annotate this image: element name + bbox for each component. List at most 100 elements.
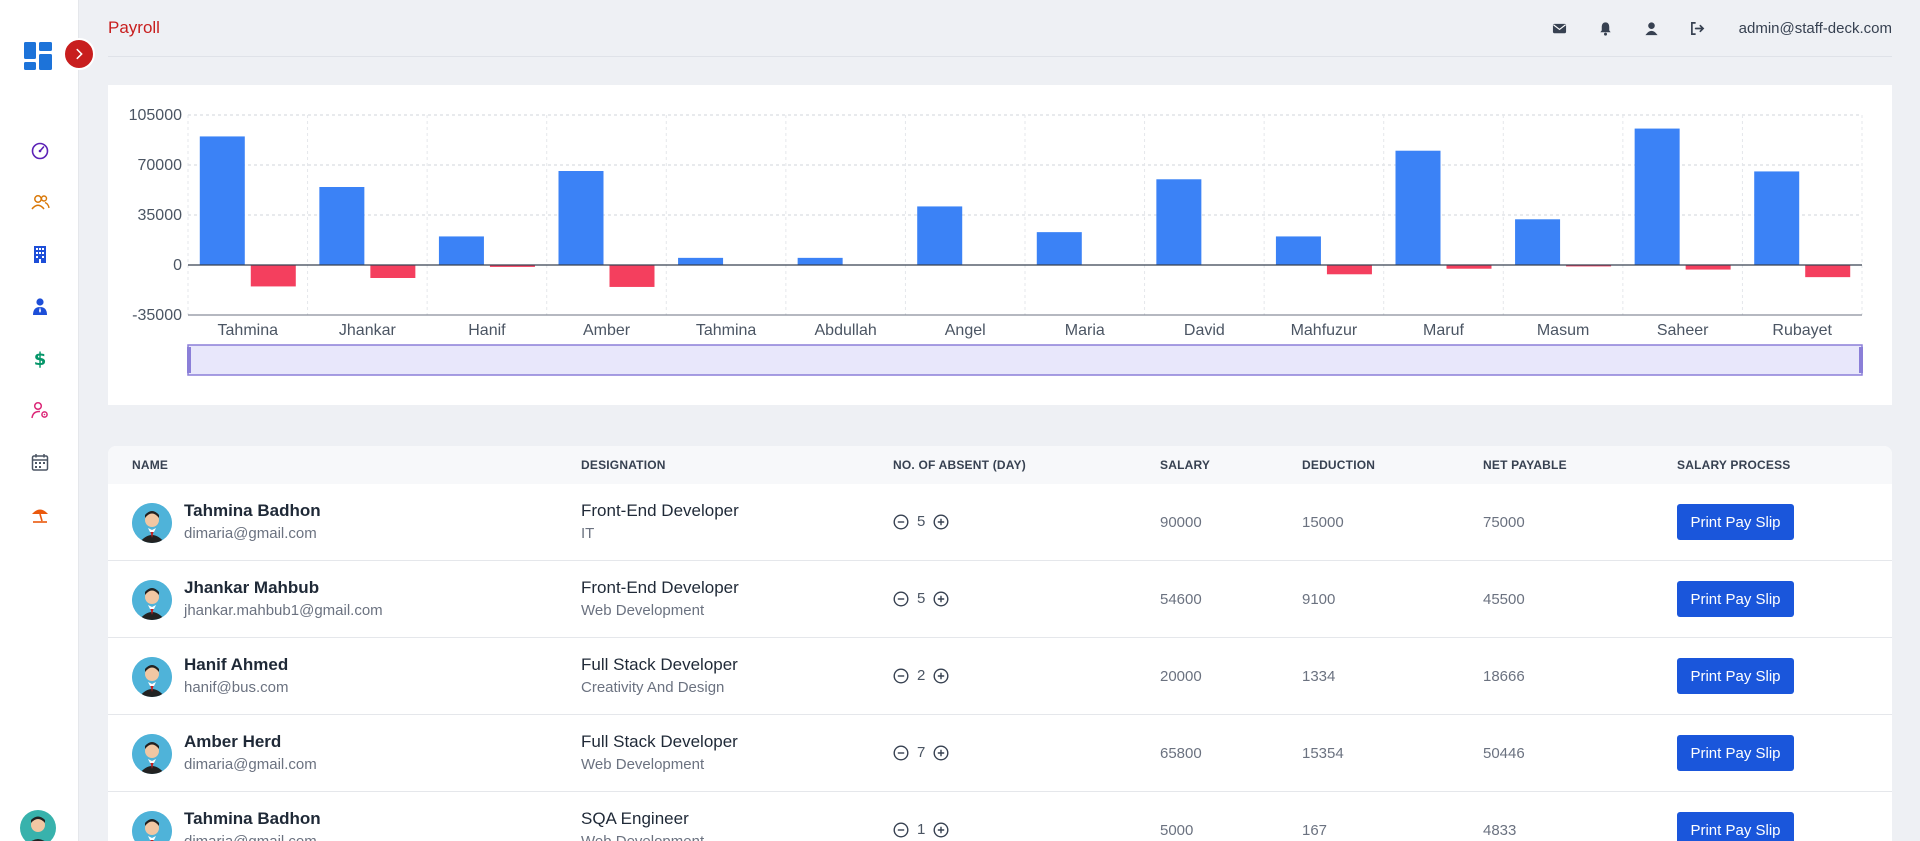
chart-bar bbox=[678, 257, 724, 265]
x-tick-label: Amber bbox=[583, 322, 631, 339]
salary-value: 90000 bbox=[1160, 514, 1202, 531]
employee-name: Amber Herd bbox=[184, 732, 282, 751]
bell-icon[interactable] bbox=[1583, 18, 1629, 38]
slider-handle-right[interactable] bbox=[1859, 347, 1863, 373]
deduction-value: 9100 bbox=[1302, 591, 1336, 608]
table-row: Amber Herd dimaria@gmail.com Full Stack De… bbox=[108, 715, 1892, 792]
plus-circle-icon[interactable] bbox=[933, 821, 949, 838]
y-tick-label: 105000 bbox=[129, 107, 182, 124]
print-pay-slip-button[interactable]: Print Pay Slip bbox=[1677, 812, 1794, 841]
chart-bar bbox=[438, 236, 484, 265]
plus-circle-icon[interactable] bbox=[933, 513, 949, 530]
app-logo-icon[interactable] bbox=[22, 40, 54, 72]
page-title: Payroll bbox=[108, 18, 160, 37]
slider-handle-left[interactable] bbox=[187, 347, 191, 373]
sidebar-toggle-button[interactable] bbox=[63, 38, 95, 70]
sidebar-nav: $ bbox=[0, 124, 79, 540]
chart-range-slider[interactable] bbox=[187, 344, 1863, 376]
person-avatar-icon bbox=[132, 580, 172, 620]
sidebar-item-users[interactable] bbox=[0, 176, 79, 228]
minus-circle-icon[interactable] bbox=[893, 744, 909, 761]
employee-name: Tahmina Badhon bbox=[184, 809, 321, 828]
chevron-right-icon bbox=[76, 48, 83, 60]
minus-circle-icon[interactable] bbox=[893, 513, 909, 530]
net-payable-value: 18666 bbox=[1483, 668, 1525, 685]
employee-name: Hanif Ahmed bbox=[184, 655, 289, 674]
minus-circle-icon[interactable] bbox=[893, 821, 909, 838]
employee-designation: Full Stack Developer bbox=[581, 655, 738, 674]
salary-value: 5000 bbox=[1160, 822, 1194, 839]
chart-bar bbox=[1515, 219, 1561, 265]
chart-bar bbox=[1395, 150, 1441, 265]
absent-stepper: 5 bbox=[893, 513, 949, 530]
table-row: Tahmina Badhon dimaria@gmail.com SQA Engin… bbox=[108, 792, 1892, 841]
users-icon bbox=[30, 195, 50, 210]
user-email[interactable]: admin@staff-deck.com bbox=[1739, 20, 1892, 37]
payroll-table: NAME DESIGNATION NO. OF ABSENT (DAY) SAL… bbox=[108, 446, 1892, 841]
mail-icon[interactable] bbox=[1537, 18, 1583, 38]
dashboard-gauge-icon bbox=[31, 142, 48, 160]
absent-days: 7 bbox=[917, 744, 926, 761]
employee-icon bbox=[32, 298, 47, 315]
print-pay-slip-button[interactable]: Print Pay Slip bbox=[1677, 581, 1794, 617]
net-payable-value: 45500 bbox=[1483, 591, 1525, 608]
chart-bar bbox=[558, 171, 604, 265]
sidebar-item-holiday-umbrella[interactable] bbox=[0, 488, 79, 540]
table-header: NAME DESIGNATION NO. OF ABSENT (DAY) SAL… bbox=[108, 446, 1892, 484]
user-settings-icon bbox=[30, 401, 48, 419]
user-avatar[interactable] bbox=[20, 810, 56, 841]
column-header-absent: NO. OF ABSENT (DAY) bbox=[893, 458, 1026, 472]
plus-circle-icon[interactable] bbox=[933, 590, 949, 607]
chart-bar bbox=[319, 187, 365, 265]
user-icon[interactable] bbox=[1629, 18, 1675, 38]
deduction-value: 15000 bbox=[1302, 514, 1344, 531]
print-pay-slip-button[interactable]: Print Pay Slip bbox=[1677, 735, 1794, 771]
employee-designation: Full Stack Developer bbox=[581, 732, 738, 751]
employee-name: Tahmina Badhon bbox=[184, 501, 321, 520]
minus-circle-icon[interactable] bbox=[893, 667, 909, 684]
chart-bar bbox=[1156, 179, 1202, 265]
logout-icon[interactable] bbox=[1675, 18, 1721, 38]
print-pay-slip-button[interactable]: Print Pay Slip bbox=[1677, 658, 1794, 694]
table-row: Jhankar Mahbub jhankar.mahbub1@gmail.com F… bbox=[108, 561, 1892, 638]
sidebar-item-building[interactable] bbox=[0, 228, 79, 280]
deduction-value: 167 bbox=[1302, 822, 1328, 839]
print-pay-slip-button[interactable]: Print Pay Slip bbox=[1677, 504, 1794, 540]
payroll-chart-card: 105000 70000 35000 0 -35000 Tahmina Jhankar Han… bbox=[108, 85, 1892, 405]
employee-department: Web Development bbox=[581, 756, 705, 773]
employee-name: Jhankar Mahbub bbox=[184, 578, 320, 597]
net-payable-value: 75000 bbox=[1483, 514, 1525, 531]
employee-department: Creativity And Design bbox=[581, 679, 725, 696]
employee-department: Web Development bbox=[581, 833, 704, 841]
avatar bbox=[132, 580, 172, 620]
table-row: Hanif Ahmed hanif@bus.com Full Stack Devel… bbox=[108, 638, 1892, 715]
column-header-salary: SALARY bbox=[1160, 458, 1211, 472]
column-header-net-payable: NET PAYABLE bbox=[1483, 458, 1567, 472]
minus-circle-icon[interactable] bbox=[893, 590, 909, 607]
employee-email: dimaria@gmail.com bbox=[184, 833, 317, 841]
sidebar-item-calendar[interactable] bbox=[0, 436, 79, 488]
x-tick-label: Angel bbox=[945, 322, 986, 339]
x-tick-label: David bbox=[1184, 322, 1225, 339]
chart-bar bbox=[609, 265, 655, 287]
employee-designation: Front-End Developer bbox=[581, 578, 739, 597]
employee-email: jhankar.mahbub1@gmail.com bbox=[184, 602, 383, 619]
employee-designation: Front-End Developer bbox=[581, 501, 739, 520]
net-payable-value: 50446 bbox=[1483, 745, 1525, 762]
x-tick-label: Saheer bbox=[1657, 322, 1709, 339]
column-header-name: NAME bbox=[132, 458, 169, 472]
chart-bar bbox=[1036, 232, 1082, 265]
plus-circle-icon[interactable] bbox=[933, 744, 949, 761]
sidebar-item-dashboard-gauge[interactable] bbox=[0, 124, 79, 176]
table-body: Tahmina Badhon dimaria@gmail.com Front-End… bbox=[108, 484, 1892, 841]
absent-stepper: 1 bbox=[893, 821, 949, 838]
x-tick-label: Abdullah bbox=[815, 322, 877, 339]
x-tick-label: Hanif bbox=[468, 322, 506, 339]
sidebar-item-employee[interactable] bbox=[0, 280, 79, 332]
sidebar-item-dollar[interactable]: $ bbox=[0, 332, 79, 384]
sidebar-item-user-settings[interactable] bbox=[0, 384, 79, 436]
plus-circle-icon[interactable] bbox=[933, 667, 949, 684]
table-row: Tahmina Badhon dimaria@gmail.com Front-End… bbox=[108, 484, 1892, 561]
employee-department: IT bbox=[581, 525, 595, 542]
x-tick-label: Maruf bbox=[1423, 322, 1464, 339]
